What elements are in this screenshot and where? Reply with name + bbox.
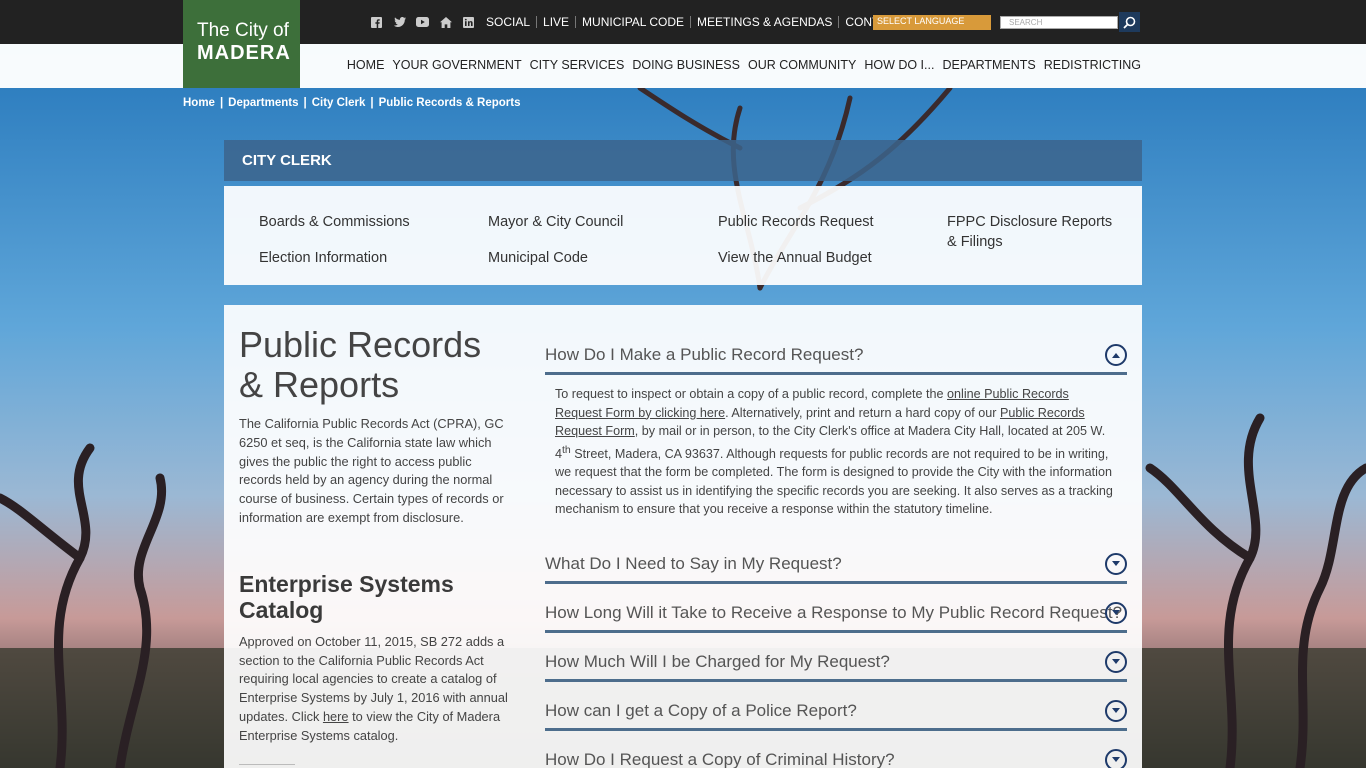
faq-question-label: How can I get a Copy of a Police Report?	[545, 701, 857, 720]
breadcrumb-current[interactable]: Public Records & Reports	[379, 97, 521, 109]
twitter-icon[interactable]	[392, 15, 407, 29]
boards-commissions-link[interactable]: Boards & Commissions	[259, 212, 410, 232]
nav-our-community[interactable]: OUR COMMUNITY	[748, 58, 856, 72]
nav-home[interactable]: HOME	[347, 58, 385, 72]
nav-how-do-i[interactable]: HOW DO I...	[864, 58, 934, 72]
faq-question[interactable]: How Long Will it Take to Receive a Respo…	[545, 593, 1127, 633]
fppc-disclosure-link[interactable]: FPPC Disclosure Reports & Filings	[947, 212, 1122, 252]
faq-question-label: How Do I Request a Copy of Criminal Hist…	[545, 750, 895, 768]
utility-links: SOCIAL LIVE MUNICIPAL CODE MEETINGS & AG…	[369, 13, 909, 31]
faq-question[interactable]: How can I get a Copy of a Police Report?	[545, 691, 1127, 731]
faq-question-label: How Long Will it Take to Receive a Respo…	[545, 603, 1123, 622]
mayor-city-council-link[interactable]: Mayor & City Council	[488, 212, 623, 232]
public-records-request-link[interactable]: Public Records Request	[718, 212, 874, 232]
breadcrumb-separator: |	[370, 97, 374, 109]
breadcrumb-separator: |	[219, 97, 224, 109]
main-content: Public Records & Reports The California …	[224, 305, 1142, 768]
intro-text: The California Public Records Act (CPRA)…	[239, 416, 504, 525]
logo-line2: MADERA	[197, 42, 291, 64]
nav-your-government[interactable]: YOUR GOVERNMENT	[392, 58, 521, 72]
language-select[interactable]: SELECT LANGUAGE	[873, 15, 991, 30]
social-link[interactable]: SOCIAL	[484, 16, 536, 28]
live-link[interactable]: LIVE	[536, 16, 575, 28]
chevron-down-icon[interactable]	[1105, 553, 1127, 575]
breadcrumb-home[interactable]: Home	[183, 97, 215, 109]
divider	[239, 763, 295, 765]
meetings-agendas-link[interactable]: MEETINGS & AGENDAS	[690, 16, 838, 28]
answer-part1: To request to inspect or obtain a copy o…	[555, 387, 948, 401]
breadcrumb-departments[interactable]: Departments	[228, 97, 298, 109]
department-header: CITY CLERK	[224, 140, 1142, 181]
home-icon[interactable]	[438, 15, 453, 29]
nav-departments[interactable]: DEPARTMENTS	[942, 58, 1035, 72]
nav-doing-business[interactable]: DOING BUSINESS	[632, 58, 740, 72]
page-title: Public Records & Reports	[239, 324, 482, 405]
department-links: Boards & Commissions Mayor & City Counci…	[224, 186, 1142, 285]
answer-part4: Street, Madera, CA 93637. Although reque…	[555, 446, 1113, 517]
chevron-down-icon[interactable]	[1105, 749, 1127, 768]
chevron-down-icon[interactable]	[1105, 602, 1127, 624]
linkedin-icon[interactable]	[461, 15, 476, 29]
answer-sup: th	[562, 443, 571, 456]
faq-question-label: How Do I Make a Public Record Request?	[545, 345, 864, 364]
faq-question[interactable]: How Do I Request a Copy of Criminal Hist…	[545, 740, 1127, 768]
breadcrumb-city-clerk[interactable]: City Clerk	[312, 97, 366, 109]
annual-budget-link[interactable]: View the Annual Budget	[718, 248, 872, 268]
faq-question-label: How Much Will I be Charged for My Reques…	[545, 652, 890, 671]
search-button[interactable]	[1119, 12, 1140, 32]
faq-question[interactable]: How Do I Make a Public Record Request?	[545, 335, 1127, 375]
chevron-down-icon[interactable]	[1105, 700, 1127, 722]
nav-redistricting[interactable]: REDISTRICTING	[1044, 58, 1141, 72]
answer-part2: . Alternatively, print and return a hard…	[725, 405, 1000, 420]
election-information-link[interactable]: Election Information	[259, 248, 387, 268]
logo-line1: The City of	[197, 20, 289, 41]
nav-city-services[interactable]: CITY SERVICES	[530, 58, 625, 72]
search-icon	[1123, 16, 1136, 29]
breadcrumb: Home | Departments | City Clerk | Public Re…	[183, 97, 520, 109]
main-nav: HOME YOUR GOVERNMENT CITY SERVICES DOING…	[339, 58, 1141, 72]
faq-accordion: How Do I Make a Public Record Request? T…	[545, 335, 1127, 768]
municipal-code-link[interactable]: Municipal Code	[488, 248, 588, 268]
youtube-icon[interactable]	[415, 15, 430, 29]
municipal-code-link[interactable]: MUNICIPAL CODE	[575, 16, 690, 28]
catalog-title: Enterprise Systems Catalog	[239, 570, 454, 623]
chevron-up-icon[interactable]	[1105, 344, 1127, 366]
breadcrumb-separator: |	[303, 97, 307, 109]
chevron-down-icon[interactable]	[1105, 651, 1127, 673]
faq-question[interactable]: What Do I Need to Say in My Request?	[545, 544, 1127, 584]
city-logo[interactable]: The City of MADERA	[183, 0, 300, 88]
faq-question-label: What Do I Need to Say in My Request?	[545, 554, 842, 573]
faq-question[interactable]: How Much Will I be Charged for My Reques…	[545, 642, 1127, 682]
catalog-text: Approved on October 11, 2015, SB 272 add…	[239, 633, 514, 746]
facebook-icon[interactable]	[369, 15, 384, 29]
catalog-here-link[interactable]: here	[323, 709, 349, 724]
intro-column: Public Records & Reports The California …	[239, 325, 514, 765]
search-input[interactable]: SEARCH	[1000, 16, 1118, 29]
faq-answer: To request to inspect or obtain a copy o…	[545, 375, 1127, 544]
